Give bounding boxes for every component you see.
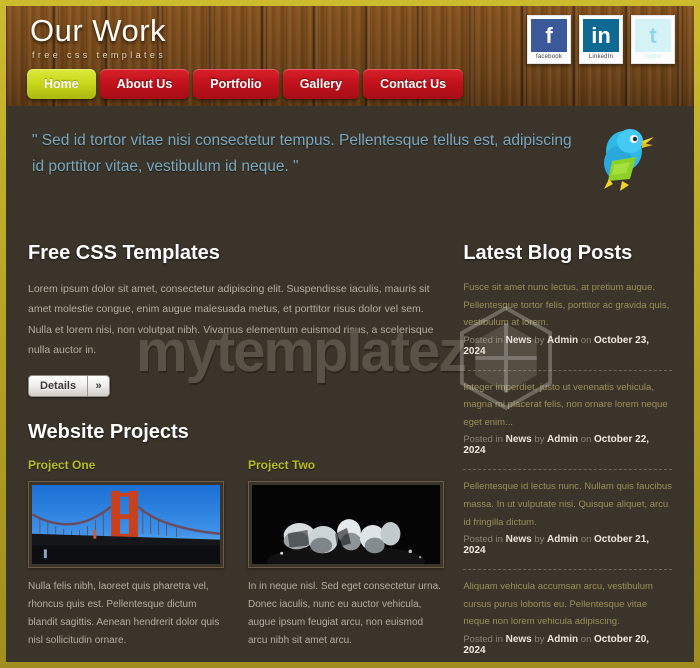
chevron-right-icon: » xyxy=(87,375,109,396)
project-two-thumbnail[interactable] xyxy=(248,480,444,568)
nav-item-contact-us[interactable]: Contact Us xyxy=(363,69,464,99)
blog-post-excerpt: Pellentesque id lectus nunc. Nullam quis… xyxy=(463,481,672,528)
blog-post-category[interactable]: News xyxy=(506,335,532,346)
project-one-visit-link[interactable]: » Visit Site xyxy=(28,661,224,662)
by-label: by xyxy=(534,334,545,346)
on-label: on xyxy=(580,434,592,446)
projects-row: Project One Nulla felis nibh, laoreet qu… xyxy=(28,458,445,662)
page-border: Our Work free css templates f facebook i… xyxy=(0,0,700,668)
blog-post-excerpt: Integer imperdiet, justo ut venenatis ve… xyxy=(463,381,668,428)
project-card-two: Project Two In in neque nisl. Sed eget c… xyxy=(248,458,444,662)
blog-post-author[interactable]: Admin xyxy=(547,634,578,645)
blog-post-item: Fusce sit amet nunc lectus, at pretium a… xyxy=(463,279,672,364)
by-label: by xyxy=(534,534,545,546)
divider xyxy=(463,569,672,571)
projects-section: Website Projects Project One Nulla felis… xyxy=(28,421,445,662)
blog-post-author[interactable]: Admin xyxy=(547,335,578,346)
by-label: by xyxy=(534,633,545,645)
templates-body-text: Lorem ipsum dolor sit amet, consectetur … xyxy=(28,283,434,357)
on-label: on xyxy=(580,633,592,645)
blog-post-meta: Posted in News by Admin on October 23, 2… xyxy=(463,335,672,357)
on-label: on xyxy=(580,534,592,546)
blog-post-category[interactable]: News xyxy=(506,434,532,445)
project-two-visit-link[interactable]: » Visit Site xyxy=(248,661,444,662)
main-navigation: Home About Us Portfolio Gallery Contact … xyxy=(27,69,464,99)
blog-post-author[interactable]: Admin xyxy=(547,434,578,445)
details-button[interactable]: Details » xyxy=(28,374,111,397)
social-label-facebook: facebook xyxy=(536,54,562,60)
social-link-facebook[interactable]: f facebook xyxy=(527,15,571,64)
nav-item-portfolio[interactable]: Portfolio xyxy=(193,69,279,99)
project-one-thumbnail[interactable] xyxy=(28,480,224,568)
blog-post-author[interactable]: Admin xyxy=(547,534,578,545)
blog-post-category[interactable]: News xyxy=(506,534,532,545)
posted-in-label: Posted in xyxy=(463,334,503,346)
templates-heading: Free CSS Templates xyxy=(28,242,220,264)
banner-quote: " Sed id tortor vitae nisi consectetur t… xyxy=(32,132,572,175)
right-column: Latest Blog Posts Fusce sit amet nunc le… xyxy=(445,242,672,662)
boxing-gloves-image xyxy=(252,484,440,564)
blog-post-meta: Posted in News by Admin on October 20, 2… xyxy=(463,634,672,656)
project-two-title[interactable]: Project Two xyxy=(248,458,444,472)
blog-post-item: Integer imperdiet, justo ut venenatis ve… xyxy=(463,379,672,464)
bird-mascot-icon xyxy=(604,129,654,191)
left-column: Free CSS Templates Lorem ipsum dolor sit… xyxy=(28,242,445,662)
twitter-icon: t xyxy=(635,19,671,52)
site-tagline: free css templates xyxy=(32,50,167,61)
nav-item-home[interactable]: Home xyxy=(27,69,96,99)
nav-item-gallery[interactable]: Gallery xyxy=(282,69,360,99)
social-link-linkedin[interactable]: in LinkedIn xyxy=(579,15,623,64)
posted-in-label: Posted in xyxy=(463,534,503,546)
divider xyxy=(463,469,672,471)
posted-in-label: Posted in xyxy=(463,633,503,645)
chevron-right-icon: » xyxy=(248,661,255,662)
blog-heading: Latest Blog Posts xyxy=(463,242,633,264)
blog-post-excerpt: Aliquam vehicula accumsan arcu, vestibul… xyxy=(463,581,653,628)
on-label: on xyxy=(580,334,592,346)
project-one-title[interactable]: Project One xyxy=(28,458,224,472)
blog-post-meta: Posted in News by Admin on October 22, 2… xyxy=(463,434,672,456)
site-title: Our Work xyxy=(30,13,167,48)
blog-post-meta: Posted in News by Admin on October 21, 2… xyxy=(463,534,672,556)
divider xyxy=(463,369,672,371)
projects-heading: Website Projects xyxy=(28,420,189,443)
site-header: Our Work free css templates f facebook i… xyxy=(6,6,694,106)
linkedin-icon: in xyxy=(583,19,619,52)
golden-gate-bridge-image xyxy=(32,484,220,564)
project-two-description: In in neque nisl. Sed eget consectetur u… xyxy=(248,580,441,646)
site-frame: Our Work free css templates f facebook i… xyxy=(6,6,694,662)
project-card-one: Project One Nulla felis nibh, laoreet qu… xyxy=(28,458,224,662)
blog-post-item: Aliquam vehicula accumsan arcu, vestibul… xyxy=(463,578,672,662)
social-link-twitter[interactable]: t Twitter xyxy=(631,15,675,64)
social-links: f facebook in LinkedIn t Twitter xyxy=(527,15,675,64)
details-button-label: Details xyxy=(40,379,77,392)
social-label-twitter: Twitter xyxy=(643,54,663,60)
banner-section: " Sed id tortor vitae nisi consectetur t… xyxy=(6,106,694,224)
social-label-linkedin: LinkedIn xyxy=(588,54,614,60)
facebook-icon: f xyxy=(531,19,567,52)
nav-item-about-us[interactable]: About Us xyxy=(99,69,190,99)
chevron-right-icon: » xyxy=(28,661,35,662)
blog-post-item: Pellentesque id lectus nunc. Nullam quis… xyxy=(463,478,672,563)
project-one-description: Nulla felis nibh, laoreet quis pharetra … xyxy=(28,580,220,646)
main-content: Free CSS Templates Lorem ipsum dolor sit… xyxy=(6,224,694,662)
blog-post-excerpt: Fusce sit amet nunc lectus, at pretium a… xyxy=(463,282,670,329)
site-logo[interactable]: Our Work free css templates xyxy=(30,13,167,61)
blog-post-category[interactable]: News xyxy=(506,634,532,645)
posted-in-label: Posted in xyxy=(463,434,503,446)
by-label: by xyxy=(534,434,545,446)
